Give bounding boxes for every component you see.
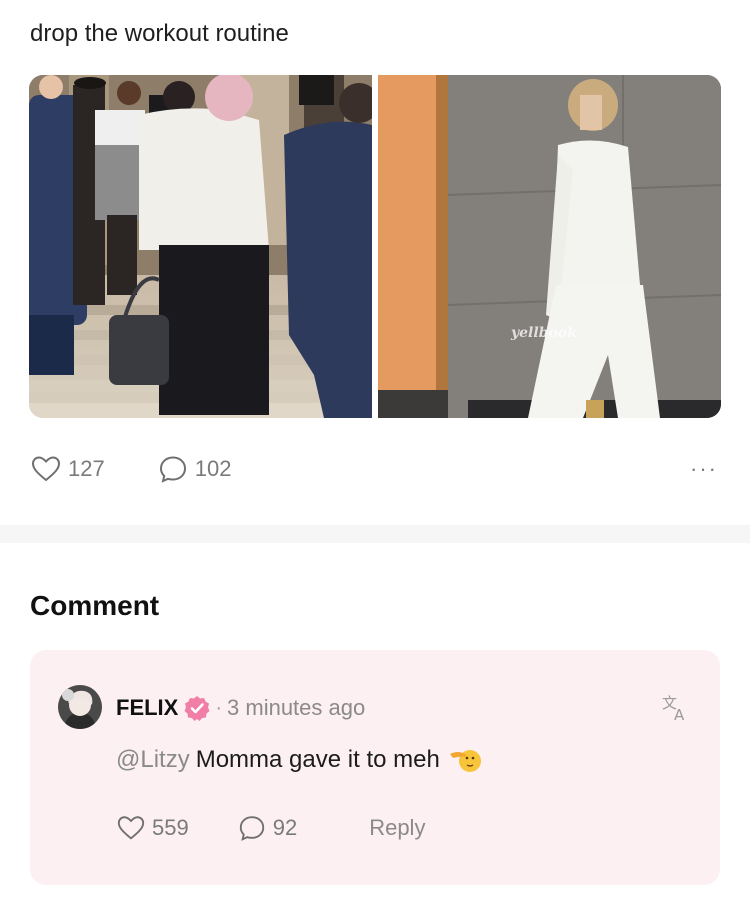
mention-link[interactable]: @Litzy	[116, 746, 190, 774]
post-actions: 127 102 ···	[30, 452, 720, 486]
post-text: drop the workout routine	[30, 20, 289, 47]
comment-like-button[interactable]: 559	[116, 813, 189, 843]
post-like-button[interactable]: 127	[30, 453, 105, 485]
reply-button[interactable]: Reply	[369, 815, 425, 841]
comment-body: Momma gave it to meh	[195, 746, 440, 773]
comment-like-count: 559	[152, 815, 189, 840]
post-comment-count: 102	[194, 456, 232, 481]
post-comment-button[interactable]: 102	[157, 453, 232, 485]
watermark: yellbook	[511, 325, 577, 341]
comment-author-row: FELIX · 3 minutes ago	[116, 694, 365, 722]
comment-section-title: Comment	[30, 590, 160, 621]
more-dots-icon[interactable]: ···	[690, 456, 720, 482]
translate-icon[interactable]: 文 A	[660, 692, 690, 722]
author-name[interactable]: FELIX	[116, 695, 178, 721]
comment-actions: 559 92 Reply	[116, 813, 425, 843]
comment-timestamp: 3 minutes ago	[227, 695, 366, 720]
comment-bubble-icon	[239, 816, 264, 841]
comment-card: FELIX · 3 minutes ago 文 A @Litzy Momma g…	[30, 650, 720, 885]
comment-text: @Litzy Momma gave it to meh	[116, 745, 482, 775]
comment-bubble-icon	[159, 456, 186, 483]
heart-icon	[31, 456, 61, 482]
comment-reply-count-button[interactable]: 92	[237, 813, 297, 843]
comment-reply-count: 92	[272, 815, 298, 840]
avatar[interactable]	[58, 685, 102, 729]
meta-separator: ·	[215, 696, 223, 719]
heart-icon	[117, 816, 145, 840]
svg-text:A: A	[674, 706, 685, 722]
verified-badge-icon	[184, 696, 210, 721]
photo-1-scene	[29, 75, 372, 418]
photo-2-scene	[378, 75, 721, 418]
post-like-count: 127	[68, 456, 105, 481]
section-divider	[0, 525, 750, 543]
photo-1[interactable]	[29, 75, 372, 418]
photo-2[interactable]: yellbook	[378, 75, 721, 418]
image-gallery[interactable]: yellbook	[29, 75, 721, 418]
avatar-image	[58, 685, 102, 729]
saluting-face-emoji	[449, 750, 481, 772]
